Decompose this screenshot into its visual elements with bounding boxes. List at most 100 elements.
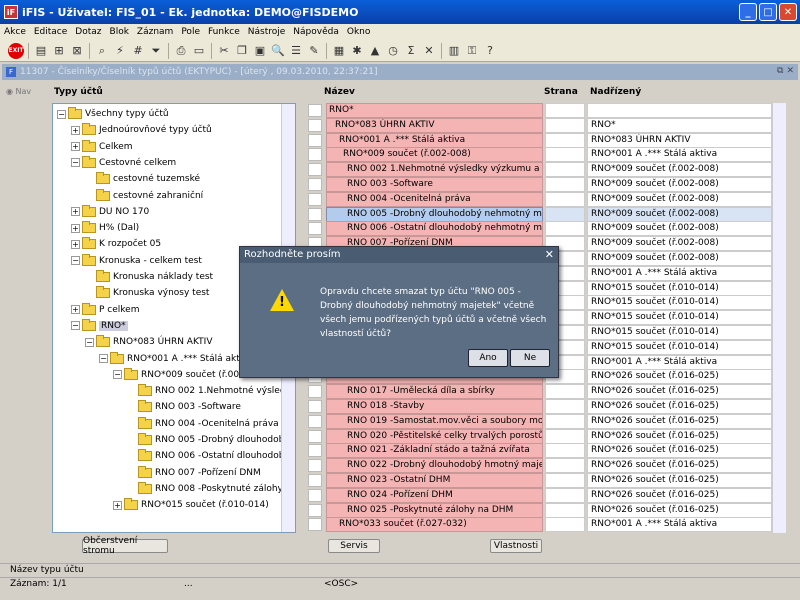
nav-label[interactable]: ◉ Nav: [6, 87, 31, 96]
sum-icon[interactable]: Σ: [403, 43, 419, 59]
table-row[interactable]: RNO 019 -Samostat.mov.věci a soubory mov…: [306, 413, 772, 429]
tree-node[interactable]: RNO 007 -Pořízení DNM: [127, 465, 261, 481]
inner-close-icon[interactable]: ✕: [786, 66, 794, 76]
tree-node[interactable]: RNO 006 -Ostatní dlouhodobý nehmotný maj…: [127, 448, 295, 464]
table-row[interactable]: RNO*009 součet (ř.002-008) RNO*001 A .***…: [306, 147, 772, 163]
tree-node[interactable]: RNO 008 -Poskytnuté zálohy na DNM: [127, 481, 295, 497]
cell-nadrizeny[interactable]: RNO*015 součet (ř.010-014): [587, 295, 772, 311]
print-icon[interactable]: ⎙: [173, 43, 189, 59]
row-selector[interactable]: [308, 163, 322, 177]
cell-nadrizeny[interactable]: RNO*009 součet (ř.002-008): [587, 221, 772, 237]
row-selector[interactable]: [308, 148, 322, 162]
maximize-button[interactable]: □: [759, 3, 777, 21]
dialog-close-icon[interactable]: ✕: [545, 247, 554, 263]
minimize-button[interactable]: _: [739, 3, 757, 21]
table-row[interactable]: RNO 002 1.Nehmotné výsledky výzkumu a vý…: [306, 162, 772, 178]
cell-nadrizeny[interactable]: RNO*015 součet (ř.010-014): [587, 280, 772, 296]
cell-nazev[interactable]: RNO 022 -Drobný dlouhodobý hmotný majete…: [326, 458, 543, 474]
cell-strana[interactable]: [545, 117, 585, 133]
edit-icon[interactable]: ✎: [306, 43, 322, 59]
cell-nadrizeny[interactable]: RNO*001 A .*** Stálá aktiva: [587, 265, 772, 281]
documents-icon[interactable]: ▥: [446, 43, 462, 59]
cell-nadrizeny[interactable]: RNO*026 součet (ř.016-025): [587, 413, 772, 429]
cell-nadrizeny[interactable]: RNO*015 součet (ř.010-014): [587, 325, 772, 340]
cell-nazev[interactable]: RNO 023 -Ostatní DHM: [326, 473, 543, 488]
filter-icon[interactable]: ⏷: [148, 43, 164, 59]
row-selector[interactable]: [308, 104, 322, 117]
search-icon[interactable]: 🔍: [270, 43, 286, 59]
cell-nadrizeny[interactable]: RNO*009 součet (ř.002-008): [587, 251, 772, 266]
preview-icon[interactable]: ▭: [191, 43, 207, 59]
cell-nadrizeny[interactable]: RNO*009 součet (ř.002-008): [587, 236, 772, 252]
cell-strana[interactable]: [545, 103, 585, 118]
list-icon[interactable]: ☰: [288, 43, 304, 59]
table-row[interactable]: RNO 003 -Software RNO*009 součet (ř.002-0…: [306, 177, 772, 192]
cell-nadrizeny[interactable]: RNO*001 A .*** Stálá aktiva: [587, 147, 772, 163]
table-row[interactable]: RNO 023 -Ostatní DHM RNO*026 součet (ř.01…: [306, 473, 772, 488]
cell-strana[interactable]: [545, 162, 585, 178]
tree-node[interactable]: + RNO*015 součet (ř.010-014): [113, 497, 269, 513]
expand-icon[interactable]: +: [71, 142, 80, 152]
clock-icon[interactable]: ◷: [385, 43, 401, 59]
restore-icon[interactable]: ⧉: [777, 66, 783, 76]
row-selector[interactable]: [308, 207, 322, 221]
cell-strana[interactable]: [545, 502, 585, 518]
delete-record-icon[interactable]: ⊠: [69, 43, 85, 59]
excel-icon[interactable]: ✕: [421, 43, 437, 59]
menu-item-5[interactable]: Pole: [177, 27, 204, 37]
paste-icon[interactable]: ▣: [252, 43, 268, 59]
cell-nadrizeny[interactable]: RNO*026 součet (ř.016-025): [587, 428, 772, 444]
menu-item-0[interactable]: Akce: [0, 27, 30, 37]
cell-strana[interactable]: [545, 384, 585, 400]
tree-node[interactable]: + Jednoúrovňové typy účtů: [71, 122, 212, 138]
menu-item-6[interactable]: Funkce: [204, 27, 244, 37]
yes-button[interactable]: Ano: [468, 349, 508, 367]
expand-icon[interactable]: +: [71, 223, 80, 233]
cell-strana[interactable]: [545, 517, 585, 533]
cell-strana[interactable]: [545, 191, 585, 207]
collapse-icon[interactable]: −: [71, 256, 80, 266]
tree-node[interactable]: + Celkem: [71, 139, 133, 155]
table-row[interactable]: RNO 018 -Stavby RNO*026 součet (ř.016-025…: [306, 399, 772, 414]
execute-query-icon[interactable]: ⚡: [112, 43, 128, 59]
menu-item-9[interactable]: Okno: [343, 27, 375, 37]
cell-nadrizeny[interactable]: RNO*015 součet (ř.010-014): [587, 339, 772, 355]
tree-node[interactable]: − RNO*083 ÚHRN AKTIV: [85, 334, 212, 350]
table-row[interactable]: RNO*083 ÚHRN AKTIV RNO*: [306, 117, 772, 133]
help-icon[interactable]: ?: [482, 43, 498, 59]
tree-node[interactable]: − Všechny typy účtů: [57, 106, 169, 122]
save-icon[interactable]: ▤: [33, 43, 49, 59]
table-row[interactable]: RNO 021 -Základní stádo a tažná zvířata R…: [306, 443, 772, 459]
cell-nazev[interactable]: RNO 025 -Poskytnuté zálohy na DHM: [326, 502, 543, 518]
row-selector[interactable]: [308, 444, 322, 458]
cell-strana[interactable]: [545, 473, 585, 488]
calculator-icon[interactable]: ▦: [331, 43, 347, 59]
cell-strana[interactable]: [545, 443, 585, 459]
table-row[interactable]: RNO 004 -Ocenitelná práva RNO*009 součet …: [306, 191, 772, 207]
row-selector[interactable]: [308, 178, 322, 191]
cell-nazev[interactable]: RNO 005 -Drobný dlouhodobý nehmotný maje…: [326, 206, 543, 222]
settings-icon[interactable]: ✱: [349, 43, 365, 59]
cell-nadrizeny[interactable]: RNO*: [587, 117, 772, 133]
cell-nazev[interactable]: RNO 006 -Ostatní dlouhodobý nehmotný maj…: [326, 221, 543, 237]
expand-icon[interactable]: +: [71, 125, 80, 135]
cell-nadrizeny[interactable]: RNO*083 ÚHRN AKTIV: [587, 132, 772, 148]
table-row[interactable]: RNO*001 A .*** Stálá aktiva RNO*083 ÚHRN …: [306, 132, 772, 148]
collapse-icon[interactable]: −: [71, 321, 80, 331]
table-row[interactable]: RNO 005 -Drobný dlouhodobý nehmotný maje…: [306, 206, 772, 222]
cell-strana[interactable]: [545, 413, 585, 429]
cell-nadrizeny[interactable]: RNO*026 součet (ř.016-025): [587, 399, 772, 414]
tree-node[interactable]: − RNO*001 A .*** Stálá aktiva: [99, 351, 253, 367]
cell-nazev[interactable]: RNO*033 součet (ř.027-032): [326, 517, 543, 533]
cell-strana[interactable]: [545, 487, 585, 503]
cell-nadrizeny[interactable]: RNO*015 součet (ř.010-014): [587, 310, 772, 326]
expand-icon[interactable]: +: [71, 305, 80, 315]
row-selector[interactable]: [308, 385, 322, 399]
collapse-icon[interactable]: −: [113, 370, 122, 380]
menu-item-3[interactable]: Blok: [106, 27, 133, 37]
table-row[interactable]: RNO*033 součet (ř.027-032) RNO*001 A .***…: [306, 517, 772, 533]
row-selector[interactable]: [308, 518, 322, 532]
cell-strana[interactable]: [545, 147, 585, 163]
servis-button[interactable]: Servis: [328, 539, 380, 553]
menu-item-7[interactable]: Nástroje: [244, 27, 290, 37]
